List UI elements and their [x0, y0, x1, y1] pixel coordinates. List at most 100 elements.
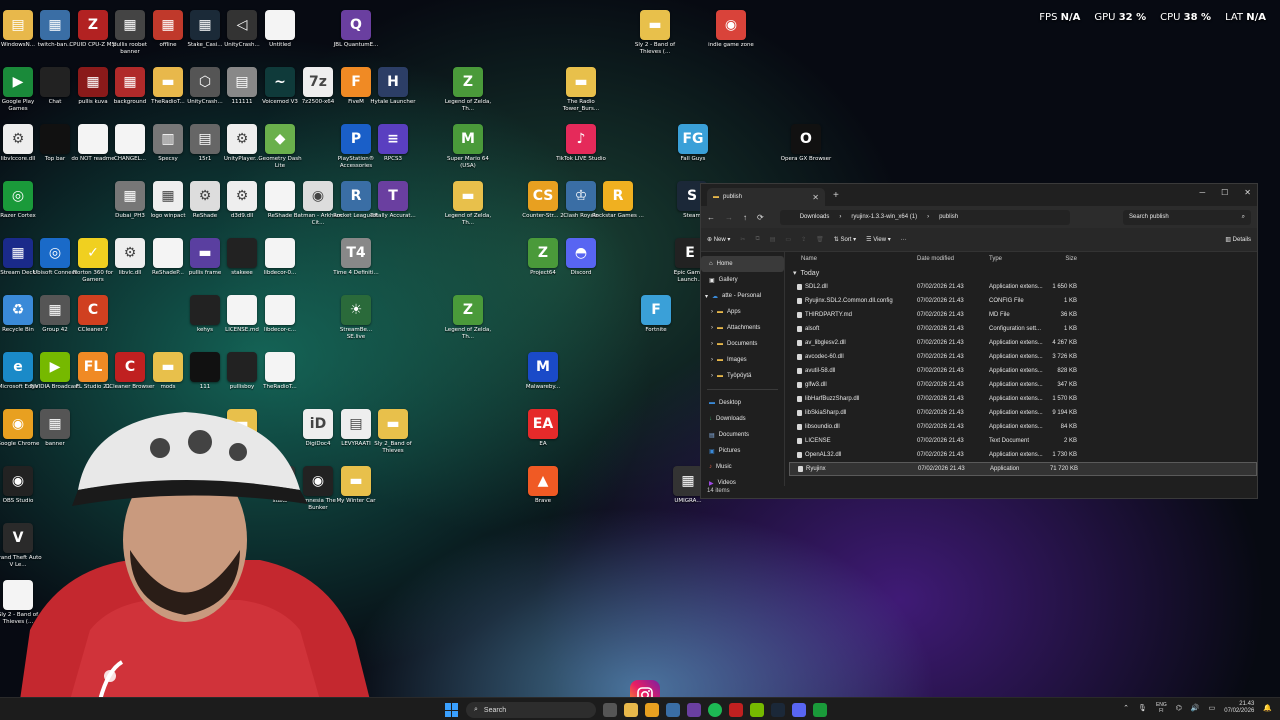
- discord-icon[interactable]: [792, 703, 806, 717]
- more-options-button[interactable]: ···: [901, 237, 907, 243]
- desktop-icon[interactable]: libdecor-c...: [254, 295, 306, 351]
- start-button[interactable]: [445, 703, 459, 717]
- store-icon[interactable]: [666, 703, 680, 717]
- file-row[interactable]: alsoft 07/02/2026 21.43 Configuration sett…: [789, 322, 1257, 336]
- desktop-icon[interactable]: ▬ Sly 2 - Band of Thieves (...: [629, 10, 681, 66]
- column-header-size[interactable]: Size: [1047, 256, 1077, 262]
- nav-item-tyopoyta[interactable]: › ▬ Työpöytä: [701, 368, 784, 384]
- desktop-icon[interactable]: ◎ Razer Cortex: [0, 181, 44, 237]
- network-icon[interactable]: ⌬: [1176, 704, 1182, 712]
- desktop-icon[interactable]: Z Legend of Zelda, Th...: [442, 67, 494, 123]
- view-button[interactable]: ☰ View ▾: [866, 236, 891, 243]
- column-header-date[interactable]: Date modified: [917, 256, 989, 262]
- nvidia-icon[interactable]: [750, 703, 764, 717]
- desktop-icon[interactable]: ▬ Legend of Zelda, Th...: [442, 181, 494, 237]
- microphone-icon[interactable]: 🎙: [1138, 704, 1147, 712]
- new-button[interactable]: ⊕ New ▾: [707, 236, 730, 243]
- chrome-icon[interactable]: [645, 703, 659, 717]
- copy-icon[interactable]: ⧉: [755, 236, 759, 243]
- desktop-icon[interactable]: R Rockstar Games ...: [592, 181, 644, 237]
- nav-item-pictures[interactable]: ▣ Pictures: [701, 443, 784, 459]
- nav-item-onedrive[interactable]: ▾ ☁ atte - Personal: [701, 288, 784, 304]
- notification-bell-icon[interactable]: 🔔: [1263, 704, 1272, 712]
- explorer-tab-publish[interactable]: ▬ publish ✕: [707, 188, 825, 206]
- file-row[interactable]: av_libglesv2.dll 07/02/2026 21.43 Applicat…: [789, 336, 1257, 350]
- desktop-icon[interactable]: C CCleaner 7: [67, 295, 119, 351]
- file-row[interactable]: THIRDPARTY.md 07/02/2026 21.43 MD File 36 K…: [789, 308, 1257, 322]
- file-row[interactable]: LICENSE 07/02/2026 21.43 Text Document 2 KB: [789, 434, 1257, 448]
- file-row[interactable]: libHarfBuzzSharp.dll 07/02/2026 21.43 Appl…: [789, 392, 1257, 406]
- task-view-icon[interactable]: [603, 703, 617, 717]
- file-row[interactable]: OpenAL32.dll 07/02/2026 21.43 Application …: [789, 448, 1257, 462]
- details-pane-button[interactable]: ▥ Details: [1225, 236, 1251, 243]
- group-header-today[interactable]: ▾ Today: [789, 266, 1257, 280]
- desktop-icon[interactable]: M Super Mario 64 (USA): [442, 124, 494, 180]
- refresh-icon[interactable]: ⟳: [757, 213, 764, 222]
- forward-arrow-icon[interactable]: →: [725, 213, 733, 222]
- desktop-icon[interactable]: ☀ StreamBe... SE.live: [330, 295, 382, 351]
- up-arrow-icon[interactable]: ↑: [743, 213, 747, 222]
- delete-icon[interactable]: 🗑: [816, 236, 824, 243]
- desktop-icon[interactable]: T4 Time 4 Definiti...: [330, 238, 382, 294]
- desktop-icon[interactable]: M Malwareby...: [517, 352, 569, 408]
- spotify-icon[interactable]: [708, 703, 722, 717]
- file-row[interactable]: Ryujinx.SDL2.Common.dll.config 07/02/2026…: [789, 294, 1257, 308]
- share-icon[interactable]: ⇪: [801, 236, 806, 243]
- nav-item-images[interactable]: › ▬ Images: [701, 352, 784, 368]
- close-tab-icon[interactable]: ✕: [812, 193, 819, 202]
- desktop-icon[interactable]: FG Fall Guys: [667, 124, 719, 180]
- nav-item-gallery[interactable]: ▣ Gallery: [701, 272, 784, 288]
- file-row[interactable]: SDL2.dll 07/02/2026 21.43 Application exte…: [789, 280, 1257, 294]
- breadcrumb-item[interactable]: Downloads: [800, 214, 830, 220]
- column-header-name[interactable]: Name: [789, 256, 917, 262]
- desktop-icon[interactable]: ◆ Geometry Dash Lite: [254, 124, 306, 180]
- desktop-icon[interactable]: O Opera GX Browser: [780, 124, 832, 180]
- nav-item-documents[interactable]: › ▬ Documents: [701, 336, 784, 352]
- desktop-icon[interactable]: EA EA: [517, 409, 569, 465]
- desktop-icon[interactable]: Untitled: [254, 10, 306, 66]
- chevron-up-icon[interactable]: ⌃: [1123, 704, 1129, 712]
- nav-item-desktop[interactable]: ▬ Desktop: [701, 395, 784, 411]
- desktop-icon[interactable]: libdecor-0...: [254, 238, 306, 294]
- file-row[interactable]: glfw3.dll 07/02/2026 21.43 Application ext…: [789, 378, 1257, 392]
- new-tab-button[interactable]: +: [833, 190, 839, 201]
- steam-icon[interactable]: [771, 703, 785, 717]
- nav-item-music[interactable]: ♪ Music: [701, 459, 784, 475]
- file-row[interactable]: Ryujinx 07/02/2026 21.43 Application 71 720…: [789, 462, 1257, 476]
- maximize-button[interactable]: ☐: [1221, 188, 1228, 197]
- battery-icon[interactable]: ▭: [1209, 704, 1216, 712]
- file-row[interactable]: avutil-58.dll 07/02/2026 21.43 Application…: [789, 364, 1257, 378]
- nav-item-home[interactable]: ⌂ Home: [701, 256, 784, 272]
- app-icon[interactable]: [687, 703, 701, 717]
- clock[interactable]: 21.43 07/02/2026: [1224, 701, 1254, 715]
- nav-item-documents-quick[interactable]: ▤ Documents: [701, 427, 784, 443]
- cut-icon[interactable]: ✂: [740, 236, 745, 243]
- rename-icon[interactable]: ▭: [785, 236, 791, 243]
- file-row[interactable]: libsoundio.dll 07/02/2026 21.43 Applicatio…: [789, 420, 1257, 434]
- desktop-icon[interactable]: H Hytale Launcher: [367, 67, 419, 123]
- desktop-icon[interactable]: T Totally Accurat...: [367, 181, 419, 237]
- nav-item-apps[interactable]: › ▬ Apps: [701, 304, 784, 320]
- desktop-icon[interactable]: ≡ RPCS3: [367, 124, 419, 180]
- file-row[interactable]: avcodec-60.dll 07/02/2026 21.43 Applicatio…: [789, 350, 1257, 364]
- desktop-icon[interactable]: Z Legend of Zelda, Th...: [442, 295, 494, 351]
- breadcrumb-item[interactable]: ryujinx-1.3.3-win_x64 (1): [851, 214, 917, 220]
- nav-item-downloads[interactable]: ↓ Downloads: [701, 411, 784, 427]
- play-icon[interactable]: [813, 703, 827, 717]
- opera-gx-icon[interactable]: [729, 703, 743, 717]
- desktop-icon[interactable]: F Fortnite: [630, 295, 682, 351]
- file-row[interactable]: libSkiaSharp.dll 07/02/2026 21.43 Applicat…: [789, 406, 1257, 420]
- language-indicator[interactable]: ENG FI: [1156, 702, 1167, 714]
- file-explorer-icon[interactable]: [624, 703, 638, 717]
- column-header-type[interactable]: Type: [989, 256, 1047, 262]
- search-input[interactable]: Search publish ⌕: [1123, 209, 1251, 225]
- sort-button[interactable]: ⇅ Sort ▾: [834, 236, 856, 243]
- breadcrumb-item[interactable]: publish: [939, 214, 958, 220]
- taskbar-search[interactable]: ⌕ Search: [466, 702, 596, 718]
- desktop-icon[interactable]: ◉ indie game zone: [705, 10, 757, 66]
- paste-icon[interactable]: ▤: [770, 236, 776, 243]
- volume-icon[interactable]: 🔊: [1191, 704, 1200, 712]
- desktop-icon[interactable]: ◓ Discord: [555, 238, 607, 294]
- back-arrow-icon[interactable]: ←: [707, 213, 715, 222]
- close-window-button[interactable]: ✕: [1244, 188, 1251, 197]
